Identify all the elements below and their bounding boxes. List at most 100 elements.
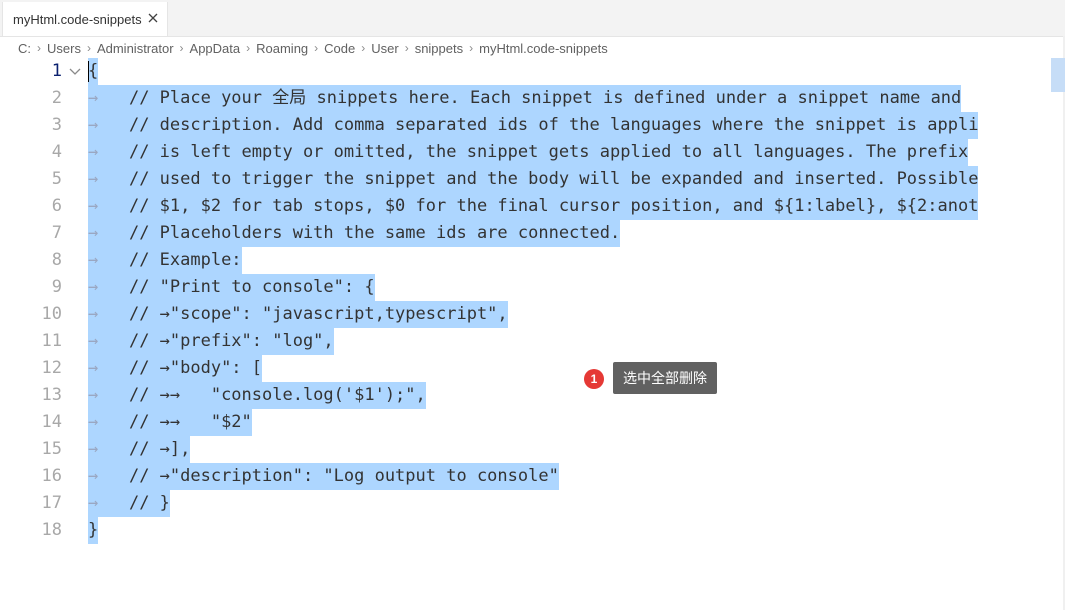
chevron-right-icon: › xyxy=(314,41,319,55)
breadcrumb-item[interactable]: Administrator xyxy=(97,41,174,56)
code-content: // description. Add comma separated ids … xyxy=(128,115,979,135)
breadcrumb-item[interactable]: User xyxy=(371,41,398,56)
indent-guide: → xyxy=(88,439,129,459)
code-content: } xyxy=(88,520,99,540)
code-line[interactable]: 15 → // →], xyxy=(0,436,1065,463)
indent-guide: → xyxy=(88,277,129,297)
indent-guide: → xyxy=(88,385,129,405)
code-text: → // →"body": [ xyxy=(88,355,1040,382)
indent-guide: → xyxy=(88,358,129,378)
indent-guide: → xyxy=(88,169,129,189)
code-line[interactable]: 9 → // "Print to console": { xyxy=(0,274,1065,301)
selection-highlight: → // used to trigger the snippet and the… xyxy=(88,166,979,193)
chevron-right-icon: › xyxy=(37,41,41,55)
line-number: 5 xyxy=(51,169,62,189)
code-content: // →"prefix": "log", xyxy=(128,331,334,351)
code-line[interactable]: 17 → // } xyxy=(0,490,1065,517)
breadcrumb-item[interactable]: C: xyxy=(18,41,31,56)
code-line[interactable]: 3 → // description. Add comma separated i… xyxy=(0,112,1065,139)
line-number: 2 xyxy=(51,88,62,108)
code-text: → // →→ "$2" xyxy=(88,409,1040,436)
breadcrumb-item[interactable]: Roaming xyxy=(256,41,308,56)
tab-label: myHtml.code-snippets xyxy=(13,11,142,27)
code-content: // is left empty or omitted, the snippet… xyxy=(128,142,969,162)
selection-highlight: → // "Print to console": { xyxy=(88,274,375,301)
tab-bar: myHtml.code-snippets xyxy=(0,0,1065,37)
code-text: → // →"prefix": "log", xyxy=(88,328,1040,355)
close-icon[interactable] xyxy=(147,12,159,24)
code-content: // Place your 全局 snippets here. Each sni… xyxy=(128,88,962,108)
chevron-right-icon: › xyxy=(404,41,409,55)
text-cursor xyxy=(88,61,89,82)
code-line[interactable]: 5 → // used to trigger the snippet and th… xyxy=(0,166,1065,193)
chevron-right-icon: › xyxy=(179,41,184,55)
line-number: 14 xyxy=(41,412,62,432)
code-line[interactable]: 10 → // →"scope": "javascript,typescript"… xyxy=(0,301,1065,328)
code-content: // →"description": "Log output to consol… xyxy=(128,466,559,486)
breadcrumb-item[interactable]: AppData xyxy=(190,41,241,56)
annotation-tooltip: 选中全部删除 xyxy=(613,362,717,394)
selection-highlight: → // Example: xyxy=(88,247,242,274)
line-number: 15 xyxy=(41,439,62,459)
code-line[interactable]: 13 → // →→ "console.log('$1');", xyxy=(0,382,1065,409)
code-line[interactable]: 1{ xyxy=(0,58,1065,85)
selection-highlight: → // →"description": "Log output to cons… xyxy=(88,463,559,490)
code-content: // →"scope": "javascript,typescript", xyxy=(128,304,508,324)
tab-myhtml-code-snippets[interactable]: myHtml.code-snippets xyxy=(2,2,168,36)
indent-guide: → xyxy=(88,142,129,162)
line-number: 3 xyxy=(51,115,62,135)
chevron-down-icon[interactable] xyxy=(67,58,83,85)
code-text: → // Placeholders with the same ids are … xyxy=(88,220,1040,247)
line-number: 10 xyxy=(41,304,62,324)
code-editor[interactable]: 1{2 → // Place your 全局 snippets here. Eac… xyxy=(0,58,1065,610)
breadcrumb-item[interactable]: myHtml.code-snippets xyxy=(479,41,608,56)
breadcrumb-item[interactable]: snippets xyxy=(415,41,463,56)
indent-guide: → xyxy=(88,115,129,135)
code-content: // Placeholders with the same ids are co… xyxy=(128,223,621,243)
line-number: 13 xyxy=(41,385,62,405)
indent-guide: → xyxy=(88,223,129,243)
selection-highlight: → // Placeholders with the same ids are … xyxy=(88,220,621,247)
breadcrumb-item[interactable]: Code xyxy=(324,41,355,56)
line-number: 9 xyxy=(51,277,62,297)
code-line[interactable]: 18} xyxy=(0,517,1065,544)
code-text: → // used to trigger the snippet and the… xyxy=(88,166,1040,193)
code-line[interactable]: 16 → // →"description": "Log output to co… xyxy=(0,463,1065,490)
line-number: 4 xyxy=(51,142,62,162)
code-line[interactable]: 2 → // Place your 全局 snippets here. Each … xyxy=(0,85,1065,112)
step-badge: 1 xyxy=(584,369,604,389)
line-number: 1 xyxy=(51,61,62,81)
code-text: } xyxy=(88,517,1040,544)
line-number: 12 xyxy=(41,358,62,378)
code-text: → // is left empty or omitted, the snipp… xyxy=(88,139,1040,166)
chevron-right-icon: › xyxy=(361,41,366,55)
indent-guide: → xyxy=(88,88,129,108)
code-line[interactable]: 14 → // →→ "$2" xyxy=(0,409,1065,436)
indent-guide: → xyxy=(88,250,129,270)
code-text: → // →"description": "Log output to cons… xyxy=(88,463,1040,490)
code-content: // Example: xyxy=(128,250,242,270)
code-content: // →], xyxy=(128,439,191,459)
code-line[interactable]: 12 → // →"body": [ xyxy=(0,355,1065,382)
code-line[interactable]: 8 → // Example: xyxy=(0,247,1065,274)
code-content: // "Print to console": { xyxy=(128,277,375,297)
chevron-right-icon: › xyxy=(246,41,251,55)
code-text: → // →"scope": "javascript,typescript", xyxy=(88,301,1040,328)
line-number: 8 xyxy=(51,250,62,270)
indent-guide: → xyxy=(88,196,129,216)
code-line[interactable]: 7 → // Placeholders with the same ids are… xyxy=(0,220,1065,247)
line-number: 17 xyxy=(41,493,62,513)
code-line[interactable]: 11 → // →"prefix": "log", xyxy=(0,328,1065,355)
selection-highlight: → // description. Add comma separated id… xyxy=(88,112,979,139)
code-text: → // Example: xyxy=(88,247,1040,274)
selection-highlight: → // →"body": [ xyxy=(88,355,263,382)
breadcrumb: C: › Users › Administrator › AppData › Roaming › C… xyxy=(18,39,608,57)
code-text: → // "Print to console": { xyxy=(88,274,1040,301)
selection-highlight: → // is left empty or omitted, the snipp… xyxy=(88,139,969,166)
indent-guide: → xyxy=(88,493,129,513)
code-content: { xyxy=(88,61,99,81)
code-line[interactable]: 4 → // is left empty or omitted, the snip… xyxy=(0,139,1065,166)
code-content: // } xyxy=(128,493,170,513)
breadcrumb-item[interactable]: Users xyxy=(47,41,81,56)
code-line[interactable]: 6 → // $1, $2 for tab stops, $0 for the f… xyxy=(0,193,1065,220)
